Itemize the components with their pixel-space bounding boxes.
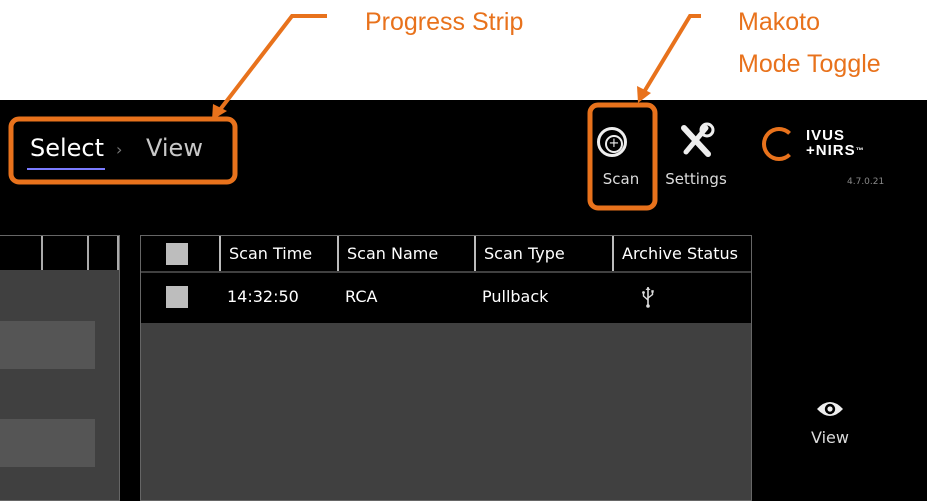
version-label: 4.7.0.21	[847, 177, 885, 187]
progress-strip-leader	[217, 14, 327, 113]
scan-table: Scan Time Scan Name Scan Type Archive St…	[140, 235, 752, 501]
scan-time-cell: 14:32:50	[227, 287, 299, 306]
select-all-checkbox[interactable]	[166, 243, 188, 265]
annotation-progress-strip: Progress Strip	[365, 8, 524, 36]
column-header-scan-name[interactable]: Scan Name	[337, 236, 474, 271]
row-checkbox[interactable]	[166, 286, 188, 308]
list-item[interactable]	[0, 321, 95, 369]
breadcrumb-separator: ›	[116, 140, 123, 159]
breadcrumb-select[interactable]: Select	[30, 134, 104, 162]
list-item[interactable]	[0, 419, 95, 467]
view-label: View	[811, 428, 849, 447]
eye-icon	[817, 402, 843, 416]
view-button[interactable]: View	[790, 400, 870, 447]
table-row[interactable]: 14:32:50 RCA Pullback	[141, 273, 751, 323]
wrench-screwdriver-icon	[681, 122, 715, 157]
scan-button[interactable]: + Scan	[590, 120, 652, 202]
breadcrumb-view[interactable]: View	[146, 134, 203, 162]
annotation-makoto-line1: Makoto	[738, 8, 820, 36]
scan-label: Scan	[602, 170, 640, 188]
patient-list-panel	[0, 235, 120, 501]
column-header-scan-time[interactable]: Scan Time	[219, 236, 337, 271]
scan-table-header: Scan Time Scan Name Scan Type Archive St…	[141, 236, 751, 271]
usb-icon	[642, 287, 654, 308]
column-header-scan-type[interactable]: Scan Type	[474, 236, 612, 271]
makoto-toggle-leader	[642, 14, 701, 94]
column-header-archive-status[interactable]: Archive Status	[612, 236, 751, 271]
breadcrumb-active-underline	[27, 168, 105, 170]
scan-type-cell: Pullback	[482, 287, 549, 306]
settings-button[interactable]: Settings	[656, 118, 736, 200]
settings-label: Settings	[665, 170, 727, 188]
plus-circle-icon: +	[597, 127, 627, 157]
annotation-makoto-line2: Mode Toggle	[738, 50, 881, 78]
scan-name-cell: RCA	[345, 287, 378, 306]
patient-list-header	[0, 236, 119, 270]
